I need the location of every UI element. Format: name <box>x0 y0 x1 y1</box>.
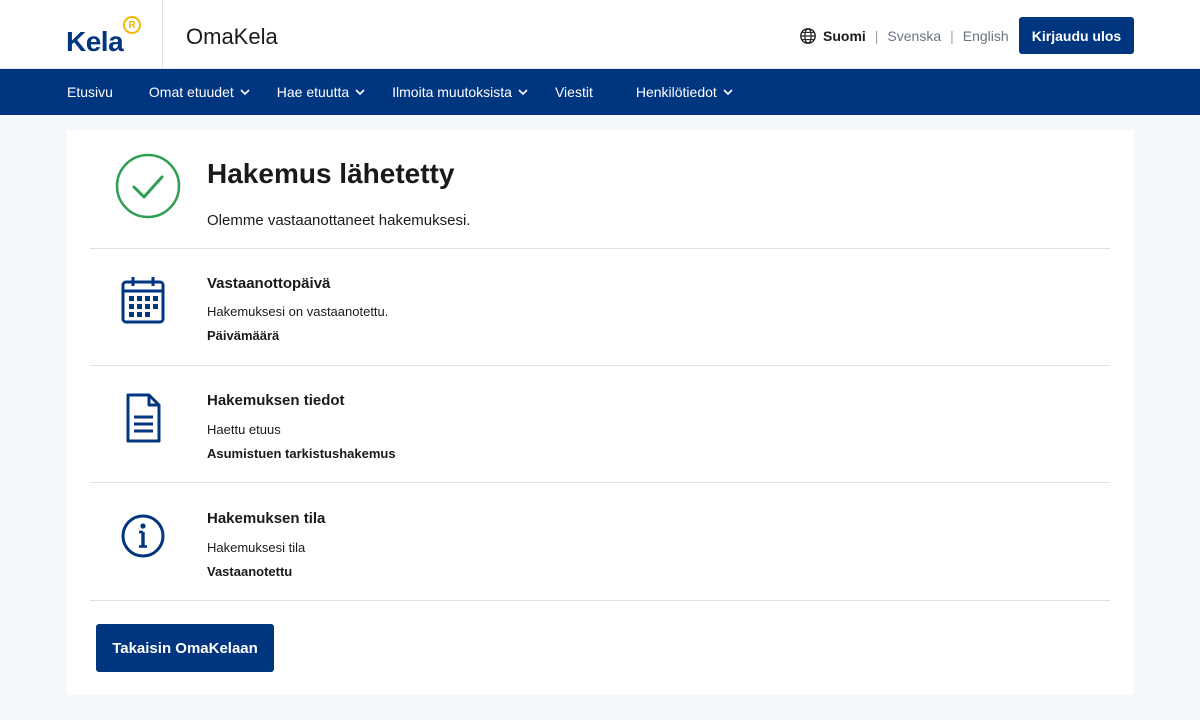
top-header: Kela R OmaKela Suomi | Svenska | English… <box>0 0 1200 69</box>
chevron-down-icon <box>355 89 365 96</box>
chevron-down-icon <box>518 89 528 96</box>
divider <box>90 482 1110 483</box>
nav-item-hae-etuutta[interactable]: Hae etuutta <box>277 69 366 115</box>
nav-item-label: Hae etuutta <box>276 84 350 100</box>
section-text: Hakemuksesi tila <box>207 540 306 555</box>
info-icon <box>121 514 165 558</box>
section-title: Hakemuksen tiedot <box>207 392 345 409</box>
divider <box>90 365 1110 366</box>
language-switcher: Suomi | Svenska | English <box>799 26 1009 46</box>
chevron-down-icon <box>723 89 733 96</box>
nav-item-label: Omat etuudet <box>148 84 234 100</box>
kela-logo[interactable]: Kela R <box>66 16 146 56</box>
confirmation-message: Olemme vastaanottaneet hakemuksesi. <box>207 212 471 229</box>
nav-item-label: Henkilötiedot <box>635 84 717 100</box>
language-suomi[interactable]: Suomi <box>823 28 866 44</box>
divider <box>90 248 1110 249</box>
section-value: Vastaanotettu <box>207 564 293 579</box>
nav-item-henkilotiedot[interactable]: Henkilötiedot <box>636 69 734 115</box>
document-icon <box>126 393 161 443</box>
language-separator: | <box>950 28 954 44</box>
check-circle-icon <box>115 153 181 219</box>
globe-icon <box>800 28 816 44</box>
language-separator: | <box>874 28 879 44</box>
back-to-omakela-button[interactable]: Takaisin OmaKelaan <box>96 624 274 672</box>
chevron-down-icon <box>240 89 250 96</box>
page-title: Hakemus lähetetty <box>207 158 455 189</box>
nav-item-label: Viestit <box>554 84 593 100</box>
confirmation-card: Hakemus lähetetty Olemme vastaanottaneet… <box>67 130 1134 695</box>
section-title: Vastaanottopäivä <box>207 275 331 292</box>
divider <box>90 600 1110 601</box>
header-divider <box>162 0 163 69</box>
main-nav: Etusivu Omat etuudet Hae etuutta Ilmoita… <box>0 69 1200 115</box>
nav-item-ilmoita-muutoksista[interactable]: Ilmoita muutoksista <box>392 69 529 115</box>
nav-item-viestit[interactable]: Viestit <box>555 69 593 115</box>
nav-item-etusivu[interactable]: Etusivu <box>67 69 113 115</box>
section-text: Hakemuksesi on vastaanotettu. <box>207 304 389 319</box>
logout-button[interactable]: Kirjaudu ulos <box>1019 17 1134 54</box>
section-title: Hakemuksen tila <box>207 510 326 527</box>
nav-item-omat-etuudet[interactable]: Omat etuudet <box>149 69 251 115</box>
language-english[interactable]: English <box>963 28 1009 44</box>
section-value: Päivämäärä <box>207 328 280 343</box>
nav-item-label: Etusivu <box>67 84 113 100</box>
section-value: Asumistuen tarkistushakemus <box>207 446 396 461</box>
logo-text: Kela <box>66 26 124 57</box>
logo-badge: R <box>123 16 141 34</box>
nav-item-label: Ilmoita muutoksista <box>392 84 512 100</box>
app-name: OmaKela <box>186 24 278 49</box>
section-text: Haettu etuus <box>207 422 281 437</box>
language-svenska[interactable]: Svenska <box>887 28 941 44</box>
calendar-icon <box>121 277 165 324</box>
